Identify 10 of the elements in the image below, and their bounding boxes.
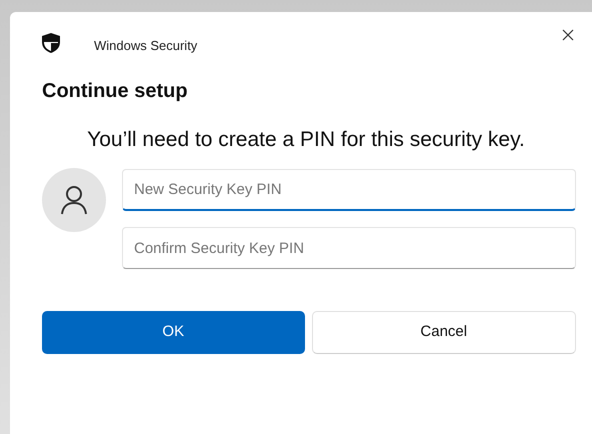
dialog-message: You’ll need to create a PIN for this security key. (86, 127, 526, 153)
dialog-heading: Continue setup (42, 79, 189, 104)
cancel-button[interactable]: Cancel (312, 311, 576, 354)
ok-button[interactable]: OK (42, 311, 304, 354)
shield-icon (40, 32, 62, 54)
person-icon (58, 184, 90, 216)
window-title: Windows Security (94, 37, 198, 55)
pin-field[interactable]: New Security Key PIN (122, 169, 576, 211)
close-icon (562, 29, 574, 41)
pin-field[interactable]: Confirm Security Key PIN (122, 227, 576, 269)
